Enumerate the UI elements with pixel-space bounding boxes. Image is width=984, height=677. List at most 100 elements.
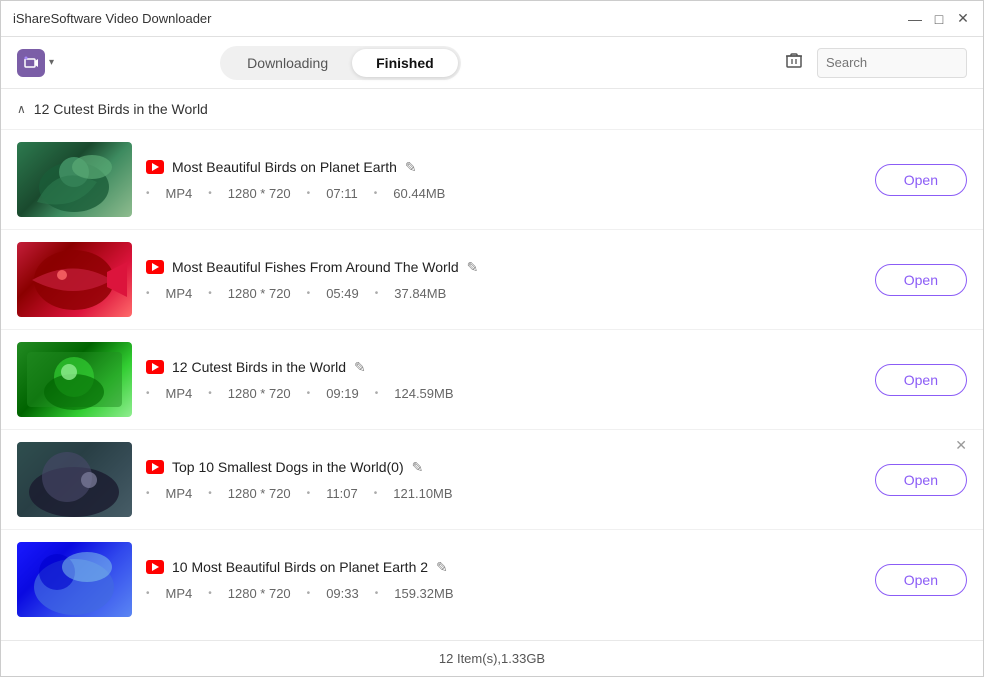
video-duration: 11:07 [326, 486, 358, 501]
bullet-4: • [375, 288, 379, 299]
open-button[interactable]: Open [875, 464, 967, 496]
youtube-icon [146, 260, 164, 274]
video-format: MP4 [166, 186, 193, 201]
content-area: ∧ 12 Cutest Birds in the World Most Beau… [1, 89, 983, 640]
bullet-3: • [307, 188, 311, 199]
tab-group: Downloading Finished [220, 46, 461, 80]
video-info: Most Beautiful Birds on Planet Earth ✎ •… [146, 159, 861, 201]
video-title-row: 10 Most Beautiful Birds on Planet Earth … [146, 559, 861, 576]
video-item: 10 Most Beautiful Birds on Planet Earth … [1, 529, 983, 629]
minimize-button[interactable]: — [907, 11, 923, 27]
bullet-1: • [146, 488, 150, 499]
bullet-3: • [307, 588, 311, 599]
bullet-1: • [146, 588, 150, 599]
logo-chevron-icon: ▾ [49, 57, 54, 68]
video-size: 37.84MB [394, 286, 446, 301]
youtube-icon [146, 160, 164, 174]
close-button[interactable]: ✕ [955, 11, 971, 27]
toolbar-actions [781, 47, 967, 78]
edit-icon[interactable]: ✎ [354, 359, 366, 376]
bullet-3: • [307, 288, 311, 299]
logo-button[interactable]: ▾ [17, 49, 54, 77]
close-item-button[interactable]: ✕ [955, 438, 967, 452]
bullet-2: • [208, 188, 212, 199]
video-duration: 09:33 [326, 586, 359, 601]
video-item: Most Beautiful Birds on Planet Earth ✎ •… [1, 129, 983, 229]
video-meta: • MP4 • 1280 * 720 • 07:11 • 60.44MB [146, 186, 861, 201]
video-title-row: 12 Cutest Birds in the World ✎ [146, 359, 861, 376]
video-thumbnail [17, 242, 132, 317]
video-format: MP4 [166, 386, 193, 401]
bullet-3: • [307, 488, 311, 499]
edit-icon[interactable]: ✎ [436, 559, 448, 576]
bullet-4: • [375, 388, 379, 399]
video-info: Top 10 Smallest Dogs in the World(0) ✎ •… [146, 459, 861, 501]
video-item: 12 Cutest Birds in the World ✎ • MP4 • 1… [1, 329, 983, 429]
title-bar: iShareSoftware Video Downloader — □ ✕ [1, 1, 983, 37]
bullet-1: • [146, 388, 150, 399]
video-resolution: 1280 * 720 [228, 386, 291, 401]
video-info: 12 Cutest Birds in the World ✎ • MP4 • 1… [146, 359, 861, 401]
video-title: Most Beautiful Fishes From Around The Wo… [172, 259, 459, 275]
youtube-icon [146, 360, 164, 374]
video-thumbnail [17, 342, 132, 417]
group-title: 12 Cutest Birds in the World [34, 101, 208, 117]
bullet-2: • [208, 388, 212, 399]
search-input[interactable] [817, 48, 967, 78]
maximize-button[interactable]: □ [931, 11, 947, 27]
tab-downloading[interactable]: Downloading [223, 49, 352, 77]
open-button[interactable]: Open [875, 364, 967, 396]
video-thumbnail [17, 542, 132, 617]
bullet-1: • [146, 288, 150, 299]
video-title-row: Top 10 Smallest Dogs in the World(0) ✎ [146, 459, 861, 476]
video-thumbnail [17, 142, 132, 217]
bullet-2: • [208, 488, 212, 499]
bullet-1: • [146, 188, 150, 199]
video-thumbnail [17, 442, 132, 517]
video-info: 10 Most Beautiful Birds on Planet Earth … [146, 559, 861, 601]
toolbar: ▾ Downloading Finished [1, 37, 983, 89]
video-meta: • MP4 • 1280 * 720 • 11:07 • 121.10MB [146, 486, 861, 501]
group-header: ∧ 12 Cutest Birds in the World [1, 89, 983, 129]
video-title: Top 10 Smallest Dogs in the World(0) [172, 459, 404, 475]
collapse-icon[interactable]: ∧ [17, 102, 26, 116]
footer-summary: 12 Item(s),1.33GB [439, 651, 545, 666]
video-size: 124.59MB [394, 386, 453, 401]
video-size: 159.32MB [394, 586, 453, 601]
open-button[interactable]: Open [875, 164, 967, 196]
edit-icon[interactable]: ✎ [412, 459, 424, 476]
bullet-4: • [374, 488, 378, 499]
video-item: Most Beautiful Fishes From Around The Wo… [1, 229, 983, 329]
video-resolution: 1280 * 720 [228, 186, 291, 201]
app-logo-icon [17, 49, 45, 77]
video-info: Most Beautiful Fishes From Around The Wo… [146, 259, 861, 301]
video-meta: • MP4 • 1280 * 720 • 09:19 • 124.59MB [146, 386, 861, 401]
bullet-2: • [208, 588, 212, 599]
video-resolution: 1280 * 720 [228, 286, 291, 301]
video-title: 10 Most Beautiful Birds on Planet Earth … [172, 559, 428, 575]
video-meta: • MP4 • 1280 * 720 • 05:49 • 37.84MB [146, 286, 861, 301]
edit-icon[interactable]: ✎ [405, 159, 417, 176]
video-format: MP4 [166, 486, 193, 501]
video-title: Most Beautiful Birds on Planet Earth [172, 159, 397, 175]
video-resolution: 1280 * 720 [228, 486, 291, 501]
video-duration: 07:11 [326, 186, 358, 201]
delete-button[interactable] [781, 47, 807, 78]
youtube-icon [146, 460, 164, 474]
open-button[interactable]: Open [875, 564, 967, 596]
video-item: Top 10 Smallest Dogs in the World(0) ✎ •… [1, 429, 983, 529]
tab-finished[interactable]: Finished [352, 49, 458, 77]
youtube-icon [146, 560, 164, 574]
edit-icon[interactable]: ✎ [467, 259, 479, 276]
video-size: 60.44MB [393, 186, 445, 201]
video-title-row: Most Beautiful Birds on Planet Earth ✎ [146, 159, 861, 176]
video-format: MP4 [166, 586, 193, 601]
video-meta: • MP4 • 1280 * 720 • 09:33 • 159.32MB [146, 586, 861, 601]
bullet-3: • [307, 388, 311, 399]
video-format: MP4 [166, 286, 193, 301]
window-controls: — □ ✕ [907, 11, 971, 27]
open-button[interactable]: Open [875, 264, 967, 296]
bullet-4: • [375, 588, 379, 599]
footer: 12 Item(s),1.33GB [1, 640, 983, 676]
bullet-4: • [374, 188, 378, 199]
